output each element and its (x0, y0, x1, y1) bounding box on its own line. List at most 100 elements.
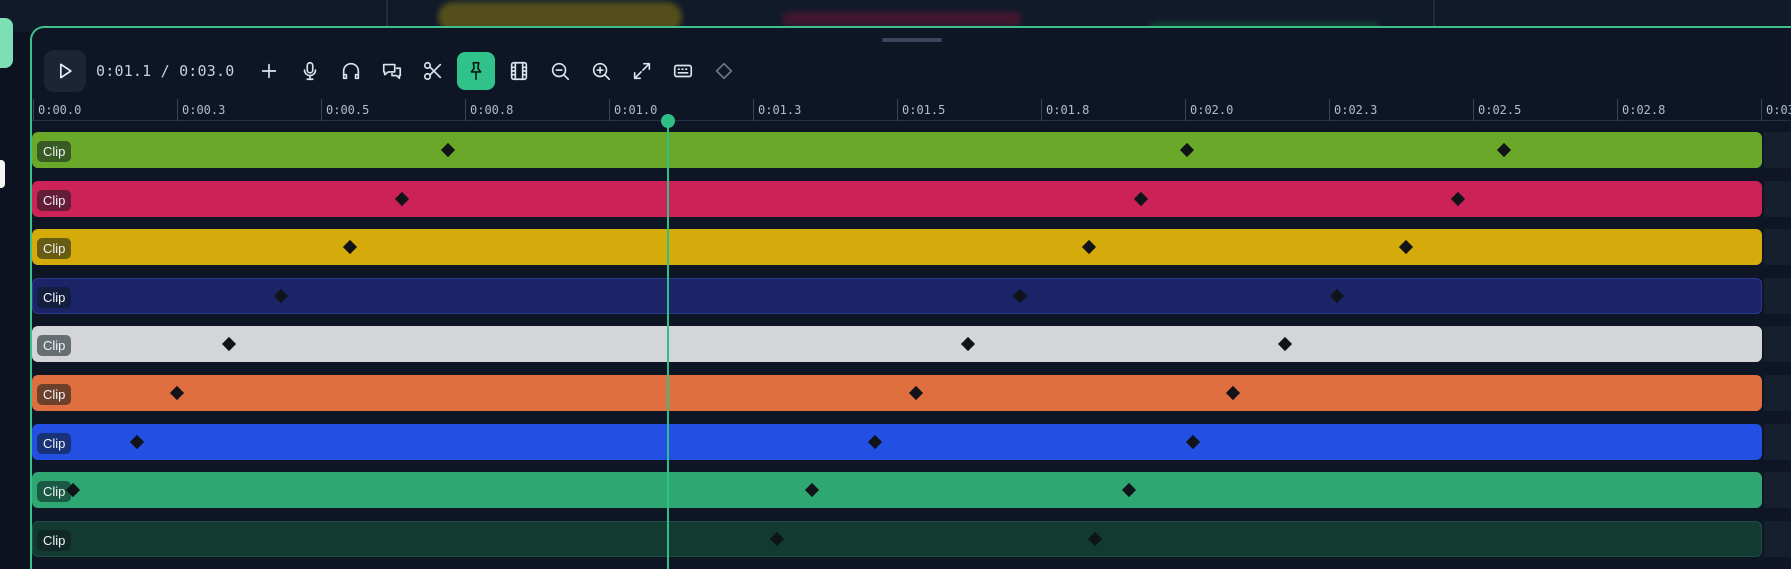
track-overflow-area (1764, 180, 1791, 217)
diamond-icon (716, 62, 733, 80)
keyframe-marker[interactable] (1087, 531, 1102, 546)
side-panel-handle[interactable] (0, 160, 5, 188)
ruler-tick: 0:03 (1761, 99, 1791, 121)
track-overflow-area (1764, 277, 1791, 314)
microphone-icon (304, 61, 317, 81)
timeline-clip[interactable]: Clip (32, 180, 1762, 217)
split-button[interactable] (416, 54, 450, 88)
keyframe-marker[interactable] (1012, 288, 1027, 303)
keyframe-marker[interactable] (868, 434, 883, 449)
ruler-tick-label: 0:03 (1766, 103, 1791, 117)
keyframe-marker[interactable] (1278, 337, 1293, 352)
record-audio-button[interactable] (293, 54, 327, 88)
timeline-clip[interactable]: Clip (32, 229, 1762, 266)
ruler-tick-label: 0:01.5 (902, 103, 946, 117)
ruler-tick: 0:01.5 (897, 99, 945, 121)
timeline-clip[interactable]: Clip (32, 132, 1762, 168)
ruler-tick: 0:00.8 (465, 99, 513, 121)
keyframe-marker[interactable] (1329, 288, 1345, 303)
track-overflow-area (1764, 326, 1791, 363)
clip-label: Clip (37, 384, 72, 405)
keyframe-marker[interactable] (274, 288, 289, 303)
plus-icon (262, 63, 277, 79)
ruler-tick: 0:01.8 (1041, 99, 1089, 121)
keyframe-marker[interactable] (770, 531, 785, 546)
side-panel-accent[interactable] (0, 18, 13, 68)
voiceover-button[interactable] (334, 54, 368, 88)
pin-icon (471, 61, 482, 81)
keyframe-marker[interactable] (1081, 240, 1096, 255)
keyframe-marker[interactable] (1399, 240, 1414, 255)
keyframe-marker[interactable] (1185, 434, 1200, 449)
playhead-line[interactable] (666, 119, 669, 569)
timeline-panel: 0:01.1 / 0:03.0 0:00.0 0:00.3 0:00.5 0:00.8… (30, 26, 1791, 569)
ruler-tick-label: 0:02.5 (1478, 103, 1522, 117)
timeline-clip[interactable]: Clip (32, 277, 1762, 314)
film-icon (511, 61, 528, 81)
toolbar-actions (252, 52, 748, 90)
play-icon (60, 63, 72, 79)
ruler-tick: 0:01.0 (609, 99, 657, 121)
keyframe-marker[interactable] (441, 142, 456, 158)
zoom-out-button[interactable] (543, 54, 577, 88)
filmstrip-button[interactable] (502, 54, 536, 88)
timeline-clip[interactable]: Clip (32, 326, 1762, 363)
clip-label: Clip (37, 286, 72, 308)
ruler-tick-label: 0:01.3 (758, 103, 802, 117)
ruler-tick: 0:00.0 (33, 99, 81, 121)
track-overflow-area (1764, 132, 1791, 168)
ruler-tick: 0:00.5 (321, 99, 369, 121)
keyframe-marker[interactable] (908, 385, 923, 401)
background-ghost-clip (782, 12, 1022, 26)
keyframe-marker[interactable] (1179, 142, 1195, 158)
timeline-clip[interactable]: Clip (32, 520, 1762, 557)
ruler-tick-label: 0:00.5 (326, 103, 370, 117)
keyframe-button[interactable] (707, 54, 741, 88)
keyframe-marker[interactable] (395, 191, 410, 206)
timeline-clip[interactable]: Clip (32, 423, 1762, 460)
ruler-tick-label: 0:02.0 (1190, 103, 1234, 117)
add-button[interactable] (252, 54, 286, 88)
keyframe-marker[interactable] (960, 337, 975, 352)
clip-label: Clip (37, 432, 72, 454)
ruler-tick-label: 0:01.0 (614, 103, 658, 117)
background-divider (1433, 0, 1435, 28)
track-overflow-area (1764, 229, 1791, 266)
scissors-icon (424, 61, 442, 81)
clip-label: Clip (37, 481, 72, 503)
keyframe-marker[interactable] (129, 434, 144, 449)
keyboard-icon (674, 64, 693, 78)
track-overflow-area (1764, 423, 1791, 460)
keyframe-marker[interactable] (804, 483, 820, 498)
panel-resize-handle[interactable] (882, 38, 942, 42)
ruler-tick: 0:00.3 (177, 99, 225, 121)
play-button[interactable] (44, 50, 86, 92)
keyframe-marker[interactable] (1122, 483, 1137, 498)
ruler-tick-label: 0:02.8 (1622, 103, 1666, 117)
zoom-in-button[interactable] (584, 54, 618, 88)
snap-button[interactable] (457, 52, 496, 90)
keyframe-marker[interactable] (1451, 191, 1466, 206)
ruler-tick: 0:02.8 (1617, 99, 1665, 121)
expand-icon (634, 62, 651, 80)
keyframe-marker[interactable] (1133, 191, 1148, 206)
timeline-clip[interactable]: Clip (32, 472, 1762, 509)
clip-label: Clip (37, 141, 72, 162)
keyframe-marker[interactable] (1497, 142, 1512, 158)
keyframe-marker[interactable] (222, 337, 237, 352)
keyframe-marker[interactable] (343, 240, 358, 255)
zoom-in-icon (593, 62, 611, 81)
time-ruler[interactable]: 0:00.0 0:00.3 0:00.5 0:00.8 0:01.0 0:01.3 0:01… (32, 99, 1791, 121)
timeline-clip[interactable]: Clip (32, 375, 1762, 411)
track-overflow-area (1764, 520, 1791, 557)
editor-root: 0:01.1 / 0:03.0 0:00.0 0:00.3 0:00.5 0:00.8… (0, 0, 1791, 569)
clip-label: Clip (37, 335, 72, 357)
clip-label: Clip (37, 238, 72, 260)
captions-button[interactable] (375, 54, 409, 88)
background-divider (386, 0, 388, 28)
keyframe-marker[interactable] (1226, 385, 1241, 401)
shortcuts-button[interactable] (666, 54, 700, 88)
ruler-tick: 0:02.3 (1329, 99, 1377, 121)
fit-button[interactable] (625, 54, 659, 88)
keyframe-marker[interactable] (170, 385, 185, 401)
